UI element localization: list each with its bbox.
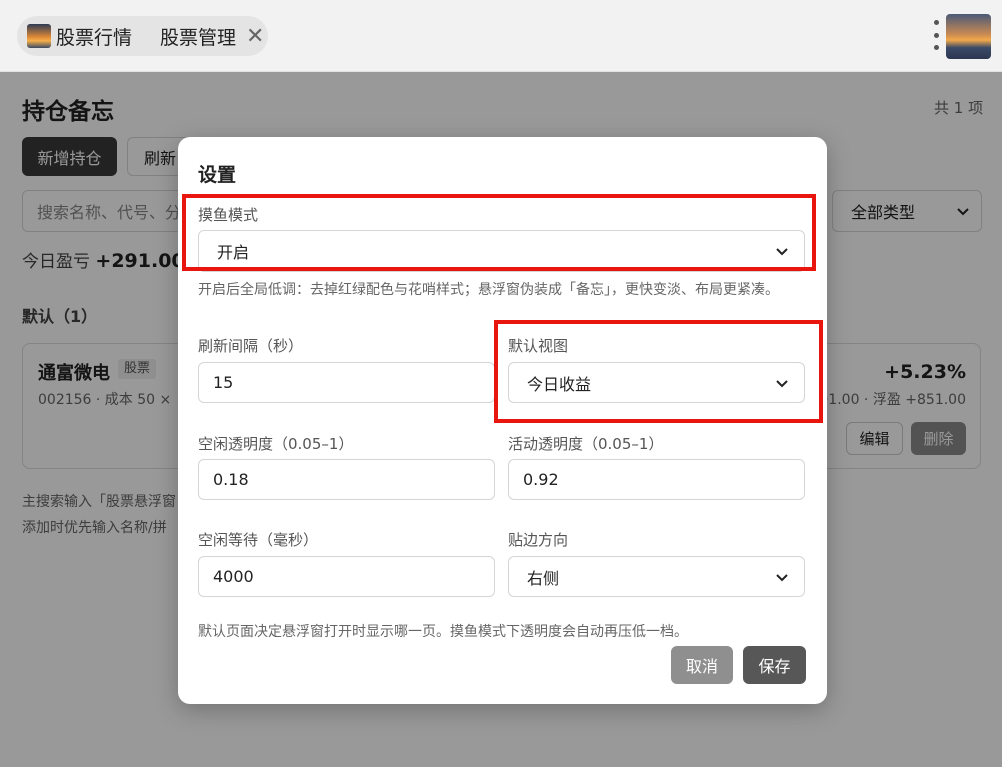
close-icon[interactable]: ✕ — [246, 24, 264, 49]
app-logo-icon — [27, 24, 51, 48]
more-menu-icon[interactable] — [932, 20, 940, 50]
dock-direction-value: 右侧 — [527, 568, 560, 588]
idle-opacity-label: 空闲透明度（0.05–1） — [198, 435, 354, 453]
refresh-interval-input[interactable]: 15 — [198, 362, 495, 403]
slack-mode-description: 开启后全局低调：去掉红绿配色与花哨样式；悬浮窗伪装成「备忘」，更快变淡、布局更紧… — [198, 282, 779, 298]
refresh-interval-value: 15 — [213, 373, 234, 392]
refresh-interval-label: 刷新间隔（秒） — [198, 337, 304, 355]
idle-opacity-input[interactable]: 0.18 — [198, 459, 495, 500]
tab-label: 股票管理 — [160, 26, 237, 49]
footer-description: 默认页面决定悬浮窗打开时显示哪一页。摸鱼模式下透明度会自动再压低一档。 — [198, 624, 688, 640]
tab-label: 股票行情 — [56, 26, 133, 49]
idle-opacity-value: 0.18 — [213, 470, 249, 489]
chevron-down-icon — [776, 573, 788, 581]
active-opacity-input[interactable]: 0.92 — [508, 459, 805, 500]
cancel-button[interactable]: 取消 — [671, 646, 733, 684]
highlight-box — [494, 320, 823, 423]
dialog-title: 设置 — [198, 164, 237, 186]
idle-wait-value: 4000 — [213, 567, 254, 586]
idle-wait-input[interactable]: 4000 — [198, 556, 495, 597]
tab-stock-quotes[interactable]: 股票行情 — [17, 16, 155, 56]
active-opacity-label: 活动透明度（0.05–1） — [508, 435, 664, 453]
tab-stock-management[interactable]: 股票管理 ✕ — [140, 16, 268, 56]
settings-dialog: 设置 摸鱼模式 开启 开启后全局低调：去掉红绿配色与花哨样式；悬浮窗伪装成「备忘… — [178, 137, 827, 704]
dock-direction-select[interactable]: 右侧 — [508, 556, 805, 597]
active-opacity-value: 0.92 — [523, 470, 559, 489]
avatar[interactable] — [946, 14, 991, 59]
dock-direction-label: 贴边方向 — [508, 531, 569, 549]
highlight-box — [182, 194, 816, 271]
save-button[interactable]: 保存 — [743, 646, 806, 684]
idle-wait-label: 空闲等待（毫秒） — [198, 531, 319, 549]
